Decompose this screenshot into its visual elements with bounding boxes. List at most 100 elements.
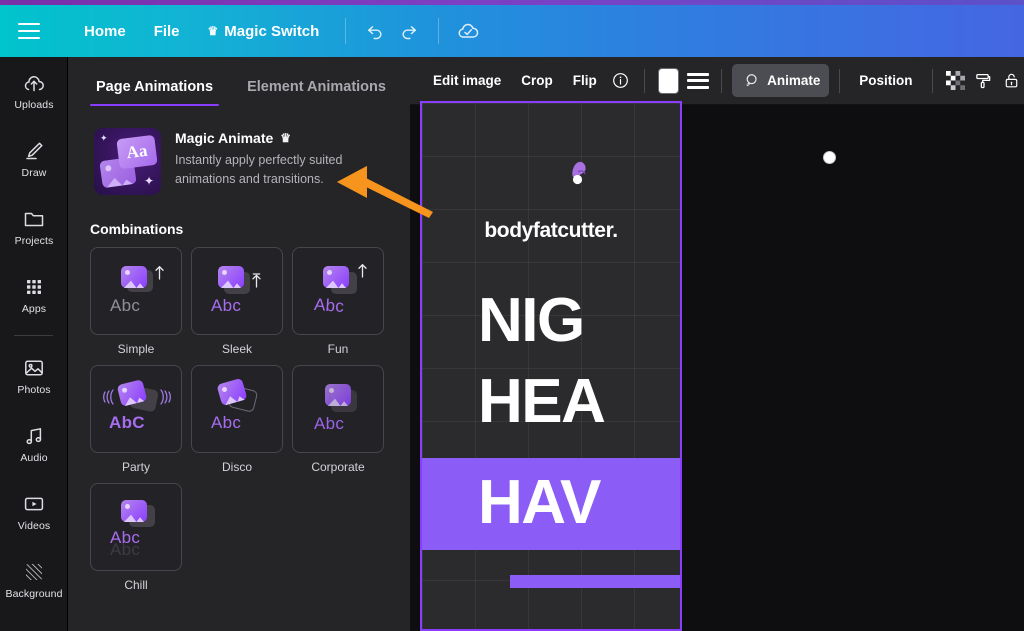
arrow-up-icon	[252, 273, 261, 288]
preview-art: Abc Abc	[91, 484, 181, 570]
sidebar-item-apps-label: Apps	[21, 303, 47, 315]
combination-chill[interactable]: Abc Abc Chill	[90, 483, 182, 592]
selection-handle-top-left[interactable]	[823, 151, 836, 164]
sidebar-item-draw[interactable]: Draw	[0, 125, 67, 193]
crown-icon: ♛	[207, 24, 219, 38]
redo-icon[interactable]	[392, 14, 426, 48]
arrow-up-icon	[155, 266, 164, 280]
unlock-icon[interactable]	[998, 66, 1024, 96]
preview-art: Abc	[91, 248, 181, 334]
preview-art: Abc	[293, 366, 383, 452]
abc-ghost-label: Abc	[110, 540, 141, 559]
motion-lines-left-icon	[103, 389, 114, 405]
left-sidebar-rail: Uploads Draw Projects Apps Photos Audio …	[0, 57, 68, 631]
toolbar-divider-b	[721, 68, 723, 93]
sidebar-item-apps[interactable]: Apps	[0, 261, 67, 329]
transparency-checker-icon[interactable]	[942, 66, 968, 96]
brand-logo-icon	[572, 161, 586, 185]
lines-icon[interactable]	[685, 66, 711, 96]
edit-image-button[interactable]: Edit image	[424, 66, 510, 95]
combination-simple-preview: Abc	[90, 247, 182, 335]
combination-sleek[interactable]: Abc Sleek	[191, 247, 283, 356]
sidebar-item-videos[interactable]: Videos	[0, 478, 67, 546]
color-swatch-button[interactable]	[658, 67, 680, 94]
folder-icon	[24, 212, 44, 227]
abc-label: AbC	[109, 413, 145, 432]
crop-button[interactable]: Crop	[512, 66, 562, 95]
info-icon[interactable]	[608, 66, 634, 96]
combination-simple[interactable]: Abc Simple	[90, 247, 182, 356]
magic-animate-title-row: Magic Animate ♛	[175, 130, 361, 146]
combination-disco[interactable]: Abc Disco	[191, 365, 283, 474]
image-tile-icon	[323, 266, 349, 288]
undo-icon[interactable]	[358, 14, 392, 48]
combination-chill-preview: Abc Abc	[90, 483, 182, 571]
toolbar-divider-c	[839, 68, 841, 93]
sidebar-item-uploads[interactable]: Uploads	[0, 57, 67, 125]
preview-art: Abc	[293, 248, 383, 334]
sidebar-item-uploads-label: Uploads	[14, 99, 54, 111]
lines-glyph	[687, 72, 710, 89]
cloud-saved-icon[interactable]	[451, 14, 485, 48]
combination-corporate-label: Corporate	[311, 460, 365, 474]
thumbnail-aa-label: Aa	[125, 140, 149, 163]
element-toolbar: Edit image Crop Flip Animate Position	[410, 57, 1024, 105]
magic-animate-text-block: Magic Animate ♛ Instantly apply perfectl…	[175, 128, 361, 195]
abc-label: Abc	[211, 296, 242, 315]
combination-corporate-preview-wrap[interactable]: Abc Corporate	[292, 365, 384, 474]
top-menu-bar: Home File ♛ Magic Switch	[0, 5, 1024, 57]
sidebar-item-audio[interactable]: Audio	[0, 410, 67, 478]
headline-line-3: HAV	[478, 468, 601, 537]
hatch-pattern-icon	[26, 564, 42, 580]
menu-item-magic-switch[interactable]: ♛ Magic Switch	[194, 16, 334, 47]
sidebar-item-background[interactable]: Background	[0, 546, 67, 614]
sidebar-item-photos[interactable]: Photos	[0, 342, 67, 410]
combination-corporate-preview: Abc	[292, 365, 384, 453]
combination-fun[interactable]: Abc Fun	[292, 247, 384, 356]
headline-line-1: NIG	[478, 286, 585, 355]
tab-page-animations[interactable]: Page Animations	[90, 71, 220, 106]
thumbnail-text-card: Aa	[116, 134, 158, 170]
hamburger-icon[interactable]	[18, 20, 44, 42]
magic-animate-title: Magic Animate	[175, 130, 274, 146]
combination-disco-label: Disco	[221, 460, 252, 474]
image-tile-icon	[121, 500, 147, 522]
artboard-grid-overlay	[422, 103, 680, 629]
music-note-icon	[26, 428, 42, 445]
sparkle-icon-large: ✦	[143, 174, 154, 188]
animate-button[interactable]: Animate	[732, 64, 830, 97]
sidebar-item-projects-label: Projects	[14, 235, 54, 247]
magic-animate-description: Instantly apply perfectly suited animati…	[175, 153, 343, 187]
menu-item-home-label: Home	[84, 22, 126, 40]
photo-icon	[25, 360, 43, 376]
flip-button[interactable]: Flip	[564, 66, 606, 95]
toolbar-divider-d	[931, 68, 933, 93]
combination-sleek-preview: Abc	[191, 247, 283, 335]
paint-roller-icon[interactable]	[970, 66, 996, 96]
magic-animate-card[interactable]: ✦ Aa ✦ Magic Animate ♛ Instantly apply p…	[90, 124, 390, 199]
sparkle-icon-small: ✦	[100, 133, 108, 143]
menu-item-file[interactable]: File	[140, 16, 194, 47]
design-artboard[interactable]: bodyfatcutter. NIG HEA HAV	[420, 101, 682, 631]
position-button[interactable]: Position	[850, 66, 921, 95]
menu-item-magic-switch-label: Magic Switch	[224, 22, 320, 40]
abc-label: Abc	[314, 414, 345, 433]
image-tile-icon	[218, 266, 244, 288]
toolbar-divider-2	[438, 18, 440, 44]
sidebar-item-audio-label: Audio	[20, 452, 48, 464]
combinations-grid: Abc Simple Abc Sleek Abc Fun AbC Party A…	[90, 247, 410, 592]
magic-animate-thumbnail: ✦ Aa ✦	[94, 128, 161, 195]
sidebar-item-partial[interactable]	[0, 614, 67, 631]
combination-party-preview: AbC	[90, 365, 182, 453]
sidebar-item-background-label: Background	[5, 588, 63, 600]
tab-element-animations-label: Element Animations	[247, 79, 386, 95]
combination-party[interactable]: AbC Party	[90, 365, 182, 474]
combination-sleek-label: Sleek	[221, 342, 253, 356]
motion-lines-right-icon	[160, 389, 171, 405]
crown-icon-pro: ♛	[280, 131, 292, 145]
sidebar-item-projects[interactable]: Projects	[0, 193, 67, 261]
tab-element-animations[interactable]: Element Animations	[241, 71, 392, 106]
animations-panel: Page Animations Element Animations ✦ Aa …	[68, 57, 410, 631]
image-tile-icon	[325, 384, 351, 406]
menu-item-home[interactable]: Home	[70, 16, 140, 47]
